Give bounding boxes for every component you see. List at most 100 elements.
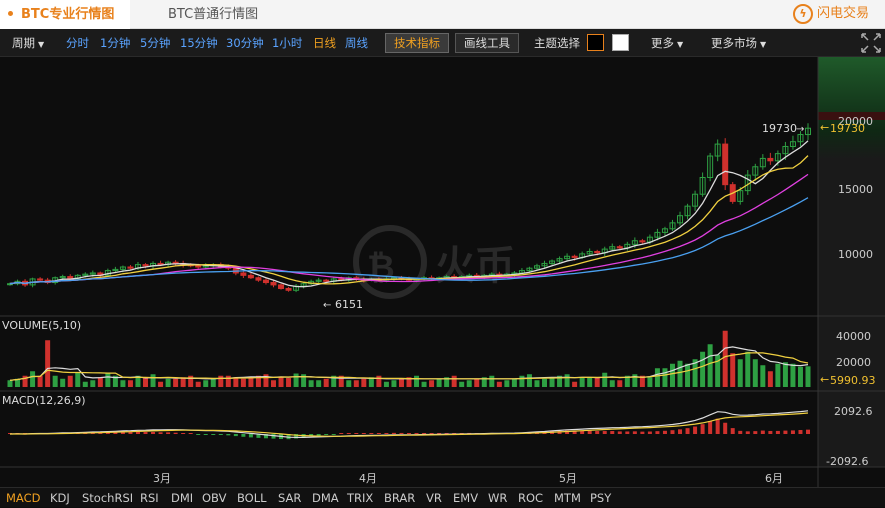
indicator-obv[interactable]: OBV [202, 488, 226, 508]
volume-bar [421, 381, 427, 387]
volume-bar [745, 351, 751, 387]
candlestick-series [7, 123, 811, 293]
candle-body [323, 279, 330, 282]
macd-title: MACD(12,26,9) [2, 394, 86, 407]
volume-bar [391, 380, 397, 387]
volume-bar [677, 360, 683, 387]
indicator-vr[interactable]: VR [426, 488, 442, 508]
theme-light-swatch[interactable] [612, 34, 629, 51]
volume-bar [451, 375, 457, 387]
period-weekly[interactable]: 周线 [345, 29, 368, 57]
volume-bar [782, 362, 788, 387]
indicator-rsi[interactable]: RSI [140, 488, 159, 508]
macd-bar [753, 431, 758, 434]
indicator-roc[interactable]: ROC [518, 488, 543, 508]
chevron-down-icon: ▼ [760, 40, 767, 49]
period-1hour[interactable]: 1小时 [272, 29, 302, 57]
chart-area[interactable]: ₿ 火币 20000 15000 10000 ← 19730 19730 → ←… [0, 57, 885, 487]
indicator-dmi[interactable]: DMI [171, 488, 193, 508]
indicator-boll[interactable]: BOLL [237, 488, 267, 508]
volume-bar [323, 378, 329, 387]
indicator-mtm[interactable]: MTM [554, 488, 581, 508]
macd-bar [798, 430, 803, 434]
volume-bar [767, 371, 773, 387]
period-1min[interactable]: 1分钟 [100, 29, 130, 57]
volume-bar [549, 377, 555, 387]
volume-bar [534, 380, 540, 387]
indicator-wr[interactable]: WR [488, 488, 507, 508]
macd-bar [806, 429, 810, 434]
high-label: 19730 [762, 122, 797, 135]
tab-normal-label: BTC普通行情图 [168, 7, 259, 22]
volume-bar [75, 372, 81, 387]
tab-normal-chart[interactable]: BTC普通行情图 [168, 0, 258, 29]
chart-canvas[interactable]: ₿ 火币 20000 15000 10000 ← 19730 19730 → ←… [0, 57, 885, 487]
volume-bar [496, 381, 502, 387]
macd-bar [331, 434, 336, 435]
macd-histogram [8, 410, 810, 440]
macd-bar [632, 431, 637, 434]
period-5min[interactable]: 5分钟 [140, 29, 170, 57]
brand-label: 闪电交易 [816, 6, 869, 21]
more-dropdown[interactable]: 更多 ▼ [651, 29, 683, 57]
x-label-april: 4月 [359, 472, 377, 485]
period-dropdown[interactable]: 周期 ▼ [12, 29, 44, 57]
theme-dark-swatch[interactable] [587, 34, 604, 51]
more-markets-dropdown[interactable]: 更多市场 ▼ [711, 29, 766, 57]
volume-bar [459, 381, 465, 387]
period-30min[interactable]: 30分钟 [226, 29, 264, 57]
fullscreen-icon[interactable] [860, 32, 882, 54]
period-15min[interactable]: 15分钟 [180, 29, 218, 57]
indicator-kdj[interactable]: KDJ [50, 488, 70, 508]
indicator-macd[interactable]: MACD [6, 488, 40, 508]
volume-bar [579, 377, 585, 387]
macd-bar [708, 421, 713, 434]
indicator-trix[interactable]: TRIX [347, 488, 373, 508]
candle-body [247, 274, 254, 279]
lightning-logo-icon: ϟ [792, 3, 813, 24]
tech-indicator-button[interactable]: 技术指标 [385, 33, 449, 53]
macd-bar [595, 431, 600, 434]
indicator-emv[interactable]: EMV [453, 488, 478, 508]
tab-pro-chart[interactable]: BTC专业行情图 [0, 0, 130, 29]
chevron-down-icon: ▼ [677, 40, 684, 49]
macd-bar [738, 430, 743, 434]
volume-bar [52, 375, 58, 387]
indicator-sar[interactable]: SAR [278, 488, 301, 508]
flash-trade-link[interactable]: ϟ 闪电交易 [792, 3, 869, 25]
volume-bar [7, 380, 13, 387]
period-fenshi[interactable]: 分时 [66, 29, 89, 57]
indicator-stochrsi[interactable]: StochRSI [82, 488, 133, 508]
more-markets-label: 更多市场 [711, 36, 757, 50]
candle-body [240, 272, 247, 276]
macd-bar [188, 433, 193, 434]
indicator-psy[interactable]: PSY [590, 488, 611, 508]
macd-bar [768, 430, 773, 434]
macd-bar [587, 430, 592, 434]
macd-bar [173, 432, 178, 434]
indicator-brar[interactable]: BRAR [384, 488, 415, 508]
price-tick-10000: 10000 [838, 248, 873, 261]
candle-body [594, 250, 601, 254]
chevron-down-icon: ▼ [38, 40, 45, 49]
volume-bar [278, 377, 284, 387]
macd-bar [346, 433, 351, 434]
volume-bar [37, 375, 43, 387]
macd-bar [685, 428, 690, 434]
macd-bar [670, 430, 675, 434]
macd-bar [248, 434, 253, 438]
volume-bar [308, 380, 314, 387]
volume-current-label: 5990.93 [830, 374, 876, 387]
draw-tools-button[interactable]: 画线工具 [455, 33, 519, 53]
indicator-dma[interactable]: DMA [312, 488, 339, 508]
volume-bar [504, 380, 510, 387]
macd-bar [655, 431, 660, 434]
macd-bar [700, 424, 705, 434]
watermark-text: 火币 [435, 243, 515, 289]
volume-bar [67, 375, 73, 387]
macd-bar [218, 434, 223, 435]
volume-bar [760, 365, 766, 387]
period-daily[interactable]: 日线 [313, 29, 336, 57]
volume-bar [474, 378, 480, 387]
volume-bar [594, 377, 600, 387]
